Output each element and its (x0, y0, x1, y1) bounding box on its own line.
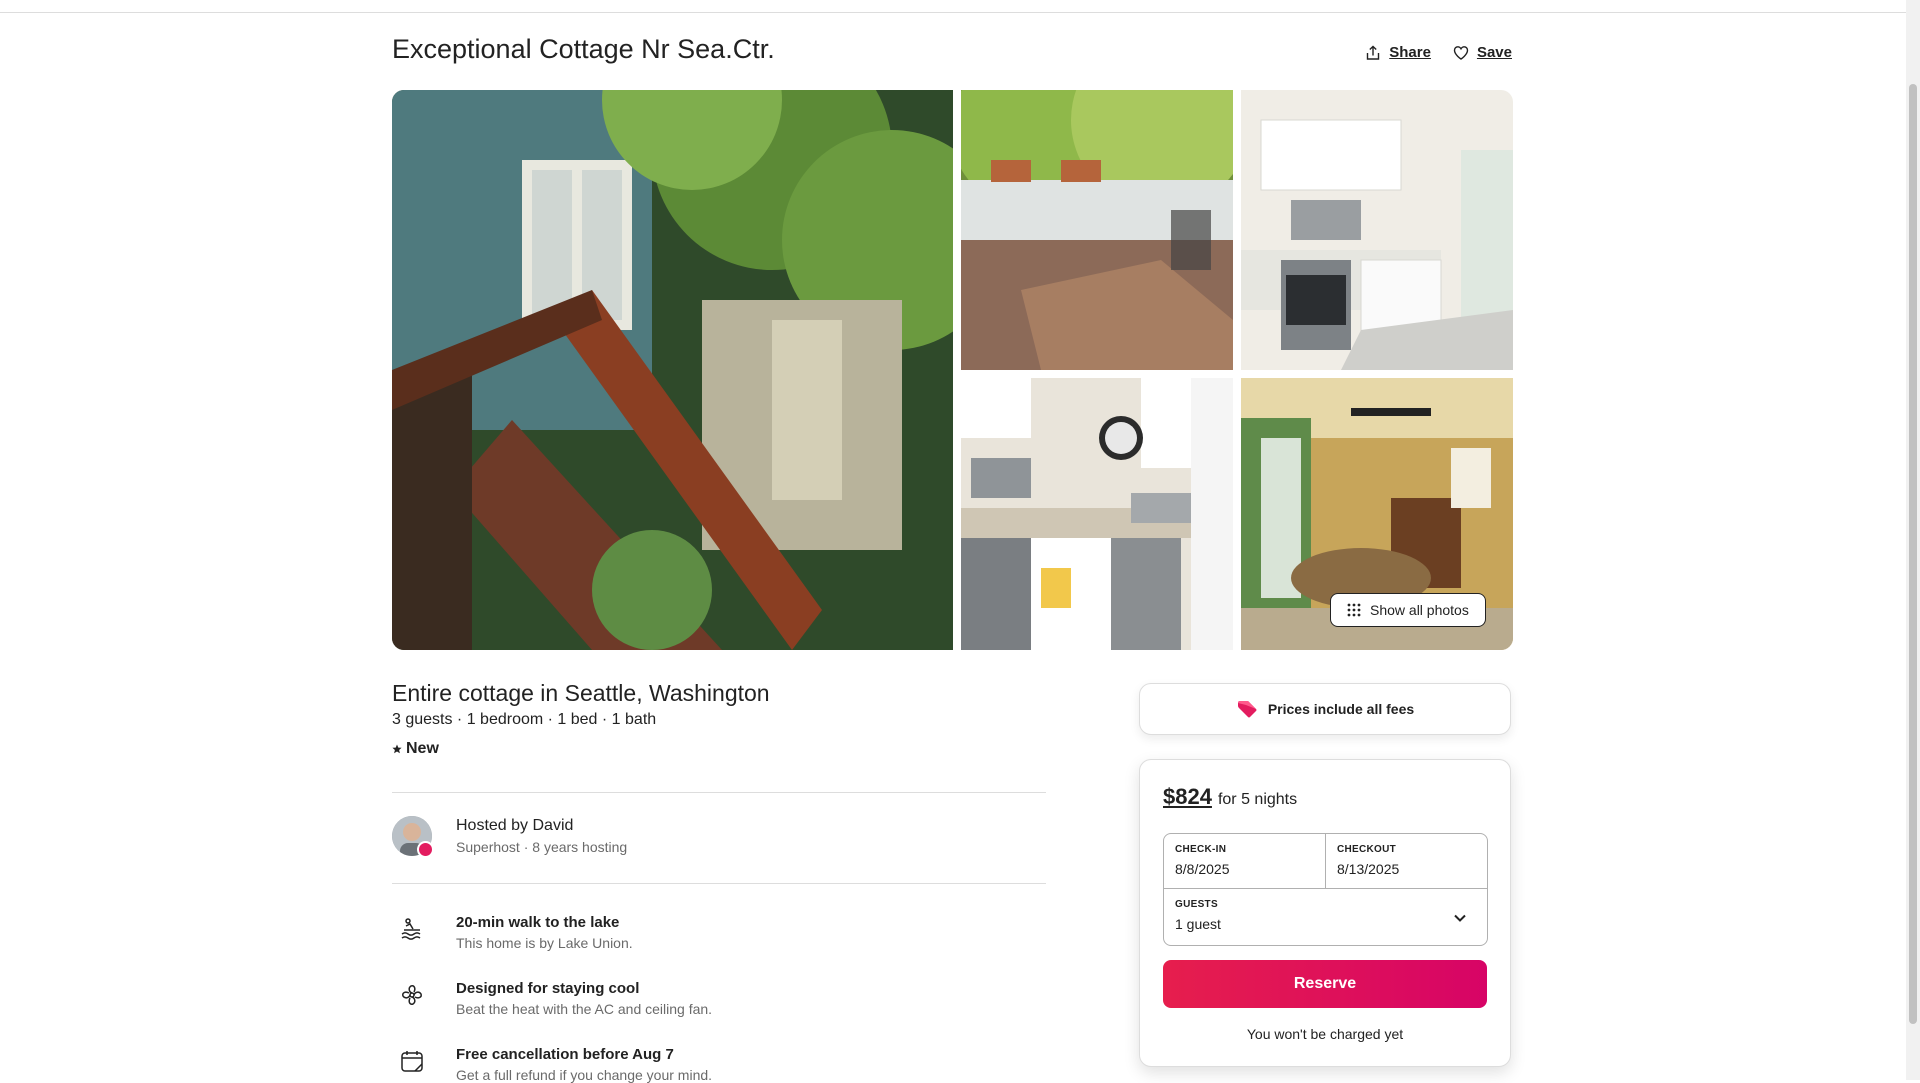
highlight-subtitle: This home is by Lake Union. (456, 935, 633, 951)
guests-label: GUESTS (1175, 899, 1218, 910)
booking-card: $824 for 5 nights CHECK-IN 8/8/2025 CHEC… (1139, 759, 1511, 1067)
grid-icon (1347, 603, 1361, 617)
photo-kitchen-sink[interactable] (961, 378, 1233, 650)
fees-notice-text: Prices include all fees (1267, 701, 1415, 717)
host-subtitle: Superhost · 8 years hosting (456, 839, 628, 855)
share-button[interactable]: Share (1365, 44, 1431, 61)
highlight-title: Designed for staying cool (456, 980, 640, 997)
show-all-photos-label: Show all photos (1370, 602, 1469, 618)
star-icon (392, 744, 402, 754)
section-divider (392, 792, 1046, 793)
not-charged-note: You won't be charged yet (1246, 1026, 1404, 1042)
price-line: $824 for 5 nights (1163, 784, 1297, 810)
price-tag-icon (1237, 701, 1257, 718)
listing-type: Entire cottage in Seattle, Washington (392, 680, 770, 706)
checkout-label: CHECKOUT (1337, 844, 1397, 855)
highlight-subtitle: Beat the heat with the AC and ceiling fa… (456, 1001, 713, 1017)
photo-kitchen[interactable] (1241, 90, 1513, 370)
share-label: Share (1389, 44, 1431, 61)
reserve-button[interactable]: Reserve (1163, 960, 1487, 1008)
photo-main[interactable] (392, 90, 953, 650)
highlight-title: Free cancellation before Aug 7 (456, 1046, 674, 1063)
listing-meta: 3 guests · 1 bedroom · 1 bed · 1 bath (392, 711, 657, 728)
highlight-title: 20-min walk to the lake (456, 914, 620, 931)
rating-new: New (392, 740, 439, 758)
scrollbar-thumb[interactable] (1909, 84, 1917, 1024)
host-avatar[interactable] (392, 816, 434, 858)
share-icon (1367, 45, 1380, 60)
chevron-down-icon (1454, 914, 1466, 922)
price-suffix: for 5 nights (1217, 791, 1298, 808)
heart-icon (1453, 45, 1469, 60)
checkout-field[interactable]: CHECKOUT 8/13/2025 (1326, 834, 1487, 889)
header-divider (0, 12, 1906, 13)
listing-actions: Share Save (1365, 44, 1512, 61)
checkin-label: CHECK-IN (1175, 844, 1227, 855)
guests-select[interactable]: GUESTS 1 guest (1164, 889, 1487, 945)
calendar-icon (401, 1051, 423, 1072)
checkin-value: 8/8/2025 (1175, 861, 1230, 877)
checkin-field[interactable]: CHECK-IN 8/8/2025 (1164, 834, 1326, 889)
lake-icon (401, 918, 421, 940)
superhost-badge-icon (417, 841, 434, 858)
guests-value: 1 guest (1175, 916, 1221, 932)
save-label: Save (1476, 44, 1512, 61)
host-section: Hosted by David Superhost · 8 years host… (392, 816, 628, 858)
fees-notice-card: Prices include all fees (1139, 683, 1511, 735)
host-name: Hosted by David (456, 817, 574, 834)
highlight-subtitle: Get a full refund if you change your min… (456, 1067, 713, 1083)
page-scrollbar[interactable] (1906, 0, 1920, 1080)
rating-label: New (406, 740, 439, 757)
section-divider (392, 883, 1046, 884)
photo-gallery: Show all photos (392, 90, 1513, 650)
highlight-item: 20-min walk to the lake This home is by … (392, 914, 633, 951)
total-price[interactable]: $824 (1163, 784, 1212, 810)
highlight-item: Free cancellation before Aug 7 Get a ful… (392, 1046, 712, 1083)
photo-deck[interactable] (961, 90, 1233, 370)
fan-icon (402, 985, 422, 1005)
save-button[interactable]: Save (1453, 44, 1512, 61)
show-all-photos-button[interactable]: Show all photos (1330, 593, 1486, 627)
highlight-item: Designed for staying cool Beat the heat … (392, 980, 712, 1017)
checkout-value: 8/13/2025 (1337, 861, 1400, 877)
date-guest-picker: CHECK-IN 8/8/2025 CHECKOUT 8/13/2025 GUE… (1163, 833, 1488, 946)
listing-title: Exceptional Cottage Nr Sea.Ctr. (392, 34, 775, 64)
